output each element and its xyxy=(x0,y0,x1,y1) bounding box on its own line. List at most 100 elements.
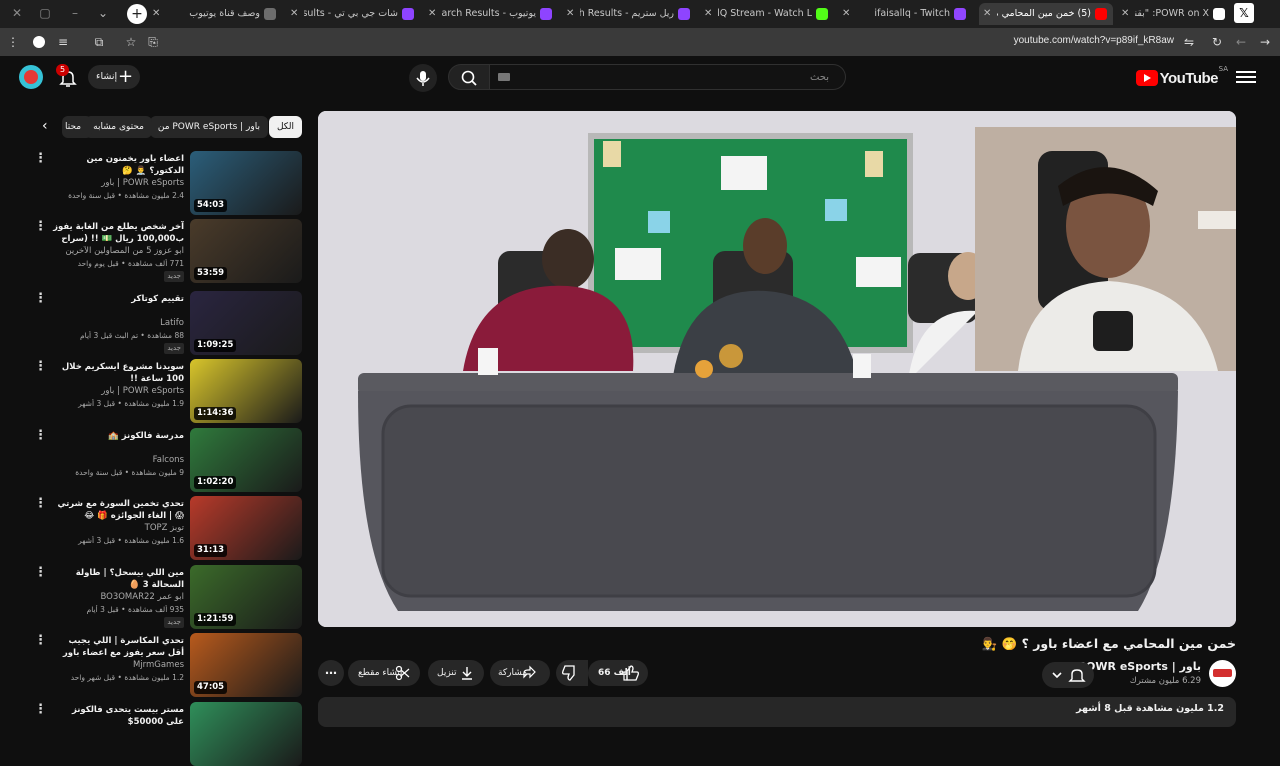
recommendation-item[interactable]: 47:05 تحدي المكاسرة | اللي يجيب أقل سعر ي… xyxy=(30,633,302,697)
window-restore-icon[interactable]: ▢ xyxy=(34,4,56,22)
like-button[interactable]: 66 ألف xyxy=(588,660,648,686)
recommendation-item[interactable]: 53:59 آخر شخص يطلع من الغابة يفوز ب100,00… xyxy=(30,219,302,283)
new-tab-plus-icon[interactable]: + xyxy=(127,4,147,24)
recommendation-title[interactable]: تحدي تخمين السورة مع شرتي 😱 | الغاء الجو… xyxy=(52,498,185,522)
video-thumbnail[interactable]: 53:59 xyxy=(190,219,302,283)
chip-more[interactable]: محتا xyxy=(62,116,92,138)
more-options-icon[interactable]: ⋮ xyxy=(34,429,47,442)
notifications-button[interactable]: 5 xyxy=(56,64,80,90)
recommendation-channel[interactable]: POWR eSports | باور xyxy=(52,386,184,396)
recommendation-title[interactable]: مدرسة فالكونز 🏫 xyxy=(52,430,184,442)
video-thumbnail[interactable]: 47:05 xyxy=(190,633,302,697)
profile-icon[interactable] xyxy=(30,33,48,51)
more-options-icon[interactable]: ⋮ xyxy=(34,220,47,233)
tab-close-icon[interactable]: ✕ xyxy=(566,3,574,25)
tab-close-icon[interactable]: ✕ xyxy=(704,3,712,25)
recommendation-title[interactable]: مين اللي بيسحل؟ | طاولة السحالة 3 🥚 xyxy=(52,567,184,591)
recommendation-item[interactable]: 1:02:20 مدرسة فالكونز 🏫 Falcons 9 مليون مشا… xyxy=(30,428,302,492)
recommendation-item[interactable]: 1:14:36 سويدنا مشروع ايسكريم خلال 100 ساع… xyxy=(30,359,302,423)
recommendation-title[interactable]: مستر بيست يتحدى فالكونز على 50000$ xyxy=(52,704,184,728)
chip-from-channel[interactable]: من POWR eSports | باور xyxy=(149,116,268,138)
video-thumbnail[interactable]: 54:03 xyxy=(190,151,302,215)
recommendation-channel[interactable]: Falcons xyxy=(52,455,184,465)
hamburger-menu-icon[interactable] xyxy=(1236,68,1256,86)
back-icon[interactable]: → xyxy=(1256,33,1274,51)
window-close-icon[interactable]: ✕ xyxy=(6,4,28,22)
more-options-icon[interactable]: ⋮ xyxy=(34,703,47,716)
browser-menu-icon[interactable]: ⋮ xyxy=(4,33,22,51)
search-input[interactable] xyxy=(490,65,845,90)
forward-icon[interactable]: ← xyxy=(1232,33,1250,51)
video-player[interactable] xyxy=(318,111,1236,627)
voice-search-button[interactable] xyxy=(409,64,437,92)
search-button[interactable] xyxy=(448,64,490,90)
video-thumbnail[interactable]: 1:09:25 xyxy=(190,291,302,355)
tab-list-chevron-icon[interactable]: ⌄ xyxy=(92,4,114,22)
address-url[interactable]: youtube.com/watch?v=p89if_kR8aw xyxy=(1014,35,1174,46)
browser-tab[interactable]: ✕ شات جي بي تي - Results xyxy=(286,3,420,25)
tab-close-icon[interactable]: ✕ xyxy=(983,3,991,25)
share-page-icon[interactable]: ⎘ xyxy=(144,33,162,51)
extensions-icon[interactable]: ⧉ xyxy=(90,33,108,51)
recommendation-title[interactable]: آخر شخص يطلع من الغابة يفوز ب100,000 ريا… xyxy=(52,221,184,245)
recommendation-title[interactable]: سويدنا مشروع ايسكريم خلال 100 ساعة !! xyxy=(52,361,184,385)
more-options-icon[interactable]: ⋮ xyxy=(34,566,47,579)
tab-close-icon[interactable]: ✕ xyxy=(842,3,850,25)
more-actions-icon[interactable]: ⋯ xyxy=(318,660,344,686)
chip-related[interactable]: محتوى مشابه xyxy=(85,116,152,138)
keyboard-icon[interactable] xyxy=(498,73,510,81)
download-button[interactable]: تنزيل xyxy=(428,660,484,686)
media-control-icon[interactable]: ≡ xyxy=(54,33,72,51)
chips-scroll-left-icon[interactable]: ‹ xyxy=(42,118,48,134)
recommendation-item[interactable]: 1:21:59 مين اللي بيسحل؟ | طاولة السحالة 3… xyxy=(30,565,302,629)
more-options-icon[interactable]: ⋮ xyxy=(34,152,47,165)
bookmark-star-icon[interactable]: ☆ xyxy=(122,33,140,51)
tab-close-icon[interactable]: ✕ xyxy=(428,3,436,25)
tab-close-icon[interactable]: ✕ xyxy=(152,3,160,25)
recommendation-title[interactable]: اعضاء باور يخمنون مين الدكتور؟ 👨‍⚕️ 🤔 xyxy=(52,153,184,177)
subscribed-button[interactable] xyxy=(1042,662,1094,688)
browser-tab[interactable]: ✕ FaisalQ Stream - Watch L xyxy=(700,3,834,25)
recommendation-title[interactable]: تحدي المكاسرة | اللي يجيب أقل سعر يفوز م… xyxy=(52,635,184,659)
video-thumbnail[interactable]: 1:14:36 xyxy=(190,359,302,423)
recommendation-item[interactable]: 31:13 تحدي تخمين السورة مع شرتي 😱 | الغاء… xyxy=(30,496,302,560)
recommendation-channel[interactable]: ابو عمر BO3OMAR22 xyxy=(52,592,184,602)
video-thumbnail[interactable]: 1:02:20 xyxy=(190,428,302,492)
recommendation-title[interactable]: تقييم كوتاكر xyxy=(52,293,184,305)
description-box[interactable]: 1.2 مليون مشاهدة قبل 8 أشهر xyxy=(318,697,1236,727)
browser-tab[interactable]: ✕ ifaisallq - Twitch xyxy=(838,3,972,25)
clip-button[interactable]: إنشاء مقطع xyxy=(348,660,420,686)
more-options-icon[interactable]: ⋮ xyxy=(34,497,47,510)
reload-icon[interactable]: ↻ xyxy=(1208,33,1226,51)
browser-tab[interactable]: ✕ POWR on X: "بقناة الفريق xyxy=(1117,3,1231,25)
share-button[interactable]: مشاركة xyxy=(490,660,550,686)
recommendation-channel[interactable]: POWR eSports | باور xyxy=(52,178,184,188)
youtube-logo[interactable]: YouTube SA xyxy=(1135,65,1228,88)
create-button[interactable]: إنشاء + xyxy=(88,65,140,89)
recommendation-item[interactable]: 54:03 اعضاء باور يخمنون مين الدكتور؟ 👨‍⚕️… xyxy=(30,151,302,215)
more-options-icon[interactable]: ⋮ xyxy=(34,292,47,305)
video-thumbnail[interactable]: 1:21:59 xyxy=(190,565,302,629)
more-options-icon[interactable]: ⋮ xyxy=(34,634,47,647)
recommendation-channel[interactable]: توبز TOPZ xyxy=(52,523,184,533)
video-thumbnail[interactable] xyxy=(190,702,302,766)
video-thumbnail[interactable]: 31:13 xyxy=(190,496,302,560)
browser-tab[interactable]: ✕ وصف قناة يوتيوب xyxy=(148,3,282,25)
browser-tab[interactable]: ✕ (5) خمن مين المحامي مع اعضاء xyxy=(979,3,1113,25)
more-options-icon[interactable]: ⋮ xyxy=(34,360,47,373)
recommendation-channel[interactable]: Latifo xyxy=(52,318,184,328)
tab-close-icon[interactable]: ✕ xyxy=(290,3,298,25)
recommendation-item[interactable]: 1:09:25 تقييم كوتاكر Latifo 88 مشاهدة • تم … xyxy=(30,291,302,355)
browser-tab[interactable]: ✕ يوتيوب - Search Results xyxy=(424,3,558,25)
tab-close-icon[interactable]: ✕ xyxy=(1121,3,1129,25)
window-minimize-icon[interactable]: – xyxy=(64,4,86,22)
recommendation-item[interactable]: مستر بيست يتحدى فالكونز على 50000$ ⋮ xyxy=(30,702,302,766)
account-avatar[interactable] xyxy=(19,65,43,89)
channel-avatar[interactable] xyxy=(1209,660,1236,687)
recommendation-channel[interactable]: ابو عزوز 5 من المصاولين الآخرين xyxy=(52,246,184,256)
channel-name[interactable]: POWR eSports | باور xyxy=(1078,660,1201,673)
browser-tab[interactable]: ✕ ريل ستريم - Search Results xyxy=(562,3,696,25)
chip-all[interactable]: الكل xyxy=(268,116,302,138)
recommendation-channel[interactable]: MjrmGames xyxy=(52,660,184,670)
site-settings-icon[interactable]: ⇋ xyxy=(1180,33,1198,51)
